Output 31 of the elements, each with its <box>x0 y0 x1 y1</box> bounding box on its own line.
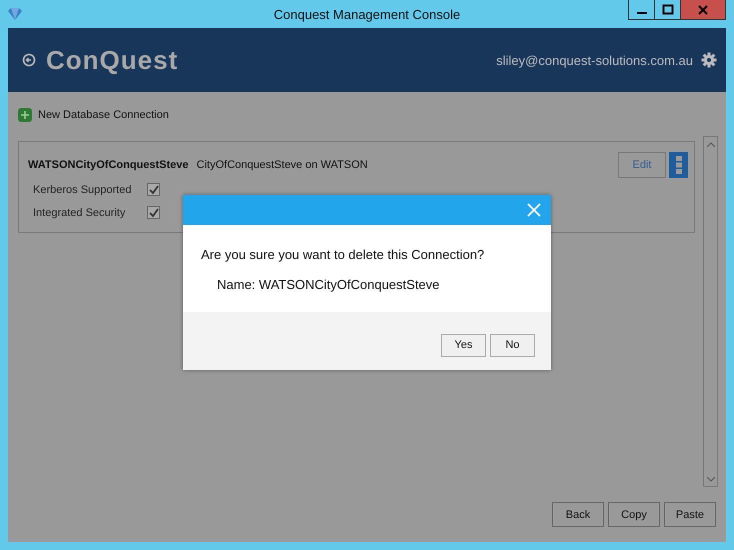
minimize-button[interactable] <box>628 0 655 20</box>
copy-button[interactable]: Copy <box>608 502 660 527</box>
user-email: sliley@conquest-solutions.com.au <box>496 52 693 68</box>
scroll-down-icon[interactable] <box>706 476 714 482</box>
plus-icon <box>18 108 32 122</box>
new-connection-button[interactable]: New Database Connection <box>18 108 169 122</box>
close-icon[interactable] <box>527 203 541 217</box>
back-icon[interactable] <box>22 53 36 67</box>
vertical-dots-icon <box>676 156 682 174</box>
app-icon <box>8 8 22 20</box>
dialog-detail: Name: WATSONCityOfConquestSteve <box>217 277 441 292</box>
scroll-up-icon[interactable] <box>706 142 714 146</box>
scrollbar[interactable] <box>703 136 718 487</box>
checkbox[interactable] <box>147 206 160 219</box>
logo: ConQuest <box>46 44 178 76</box>
option-label: Kerberos Supported <box>33 184 132 196</box>
dialog-message: Are you sure you want to delete this Connection? <box>201 247 486 262</box>
maximize-icon <box>662 4 674 16</box>
yes-button[interactable]: Yes <box>441 334 486 356</box>
window-title: Conquest Management Console <box>274 6 460 22</box>
option-label: Integrated Security <box>33 206 126 218</box>
close-icon <box>697 4 709 16</box>
checkbox[interactable] <box>147 183 160 196</box>
connection-description: CityOfConquestSteve on WATSON <box>196 159 368 171</box>
back-button[interactable]: Back <box>552 502 604 527</box>
connection-name: WATSONCityOfConquestSteve <box>28 159 189 171</box>
minimize-icon <box>636 12 646 14</box>
paste-button[interactable]: Paste <box>664 502 716 527</box>
close-button[interactable] <box>680 0 726 20</box>
no-button[interactable]: No <box>490 334 535 356</box>
settings-icon[interactable] <box>701 52 717 68</box>
